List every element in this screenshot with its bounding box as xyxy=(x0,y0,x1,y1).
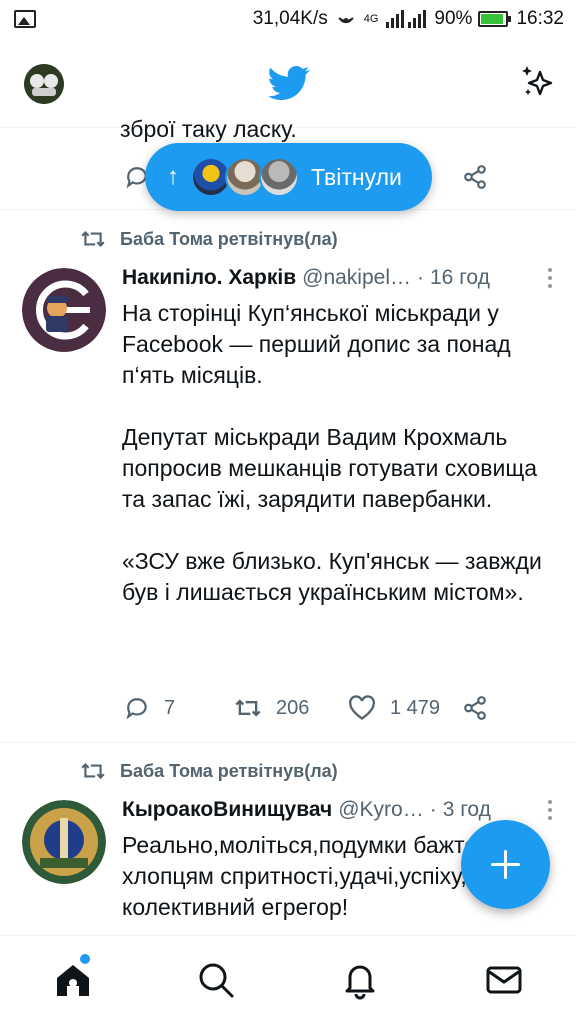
retweet-context: Баба Тома ретвітнув(ла) xyxy=(80,760,338,782)
network-type: 4G xyxy=(363,13,379,25)
separator-dot: · xyxy=(429,798,437,821)
image-notification-icon xyxy=(14,10,36,28)
tweet-time[interactable]: 3 год xyxy=(443,798,491,822)
tweet-actions: 7 206 1 479 xyxy=(122,690,542,726)
more-options-icon[interactable] xyxy=(546,268,554,292)
reply-button[interactable]: 7 xyxy=(124,690,175,726)
twitter-bird-logo-icon[interactable] xyxy=(268,62,310,104)
hotspot-icon xyxy=(336,9,356,29)
tweet-paragraph: «ЗСУ вже близько. Куп'янськ — завжди був… xyxy=(122,548,549,605)
network-speed: 31,04K/s xyxy=(252,8,328,29)
top-app-bar xyxy=(0,38,576,128)
profile-avatar-button[interactable] xyxy=(24,64,64,104)
tweet-paragraph: Депутат міськради Вадим Крохмаль попроси… xyxy=(122,424,544,512)
home-notification-dot xyxy=(80,954,90,964)
home-icon[interactable] xyxy=(51,958,95,1002)
tweet-header: КыроакоВинищувач @Kyro… · 3 год xyxy=(122,798,558,822)
partial-tweet-text: зброї таку ласку. xyxy=(120,116,297,142)
notifications-bell-icon[interactable] xyxy=(338,958,382,1002)
share-icon[interactable] xyxy=(462,164,488,190)
tweet-divider xyxy=(0,742,576,743)
sparkle-timeline-icon[interactable] xyxy=(518,62,558,102)
reply-icon xyxy=(126,698,147,720)
tweet-author-avatar[interactable] xyxy=(22,268,106,352)
separator-dot: · xyxy=(417,266,424,289)
avatar xyxy=(259,157,299,197)
battery-percent: 90% xyxy=(434,8,473,29)
retweeted-by-label: Баба Тома ретвітнув(ла) xyxy=(120,228,338,249)
search-icon[interactable] xyxy=(194,958,238,1002)
tweeter-avatars xyxy=(191,157,299,197)
retweet-icon xyxy=(235,699,261,717)
retweet-button[interactable]: 206 xyxy=(234,690,309,726)
tweet-header: Накипіло. Харків @nakipel… · 16 год xyxy=(122,266,558,290)
more-options-icon[interactable] xyxy=(546,800,554,824)
author-handle[interactable]: @Kyro… xyxy=(338,798,424,822)
arrow-up-icon: ↑ xyxy=(167,163,179,190)
tweet-body: На сторінці Куп‘янської міськради у Face… xyxy=(122,298,542,608)
new-tweets-pill-button[interactable]: ↑ Твітнули xyxy=(145,143,432,211)
author-name[interactable]: Накипіло. Харків xyxy=(122,266,296,290)
heart-icon xyxy=(349,695,375,720)
battery-icon xyxy=(478,11,512,27)
retweet-context: Баба Тома ретвітнув(ла) xyxy=(80,228,338,250)
signal-icon xyxy=(386,10,427,28)
tweet-author-avatar[interactable] xyxy=(22,800,106,884)
like-count: 1 479 xyxy=(390,696,441,719)
messages-mail-icon[interactable] xyxy=(482,958,526,1002)
tweet-paragraph: На сторінці Куп‘янської міськради у Face… xyxy=(122,300,518,388)
clock: 16:32 xyxy=(516,8,564,29)
tweet-time[interactable]: 16 год xyxy=(430,266,490,290)
retweet-small-icon xyxy=(81,762,105,780)
author-handle[interactable]: @nakipel… xyxy=(302,266,411,290)
retweet-count: 206 xyxy=(276,696,310,719)
share-button[interactable] xyxy=(462,690,488,726)
author-name[interactable]: КыроакоВинищувач xyxy=(122,798,332,822)
retweeted-by-label: Баба Тома ретвітнув(ла) xyxy=(120,760,338,781)
like-button[interactable]: 1 479 xyxy=(348,690,440,726)
status-bar: 31,04K/s 4G 90% 16:32 xyxy=(0,0,576,38)
share-icon xyxy=(464,696,486,720)
reply-count: 7 xyxy=(164,696,176,719)
retweet-small-icon xyxy=(81,230,105,248)
new-tweets-label: Твітнули xyxy=(311,163,402,190)
compose-tweet-button[interactable] xyxy=(461,820,550,909)
bottom-navigation xyxy=(0,935,576,1024)
